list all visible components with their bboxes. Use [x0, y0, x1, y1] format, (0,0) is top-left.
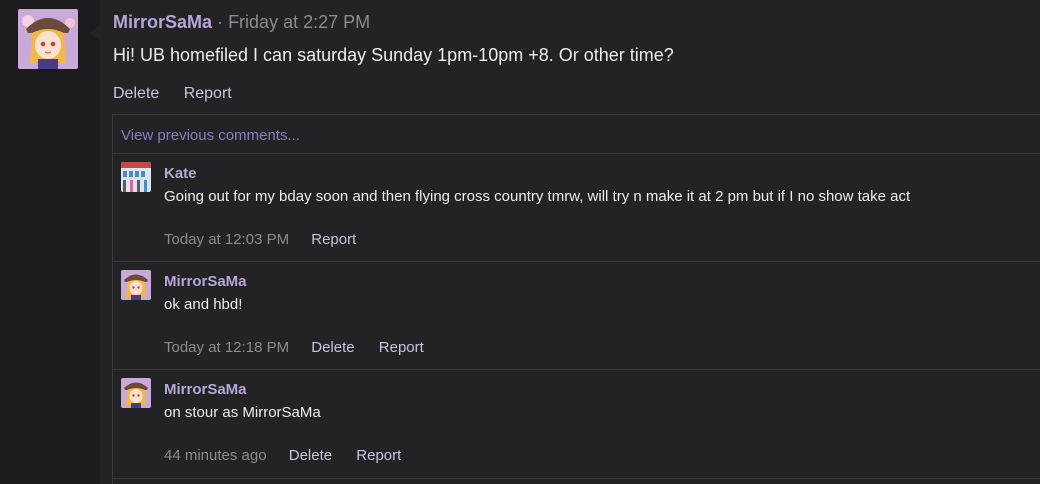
comment-text: on stour as MirrorSaMa [164, 404, 321, 421]
avatar[interactable] [121, 162, 151, 192]
left-gutter [0, 0, 100, 484]
post-actions: Delete Report [113, 85, 252, 103]
comment-meta: 44 minutes ago Delete Report [164, 447, 421, 464]
post-body: Hi! UB homefiled I can saturday Sunday 1… [113, 45, 674, 65]
report-button[interactable]: Report [356, 447, 401, 464]
comment-author-link[interactable]: MirrorSaMa [164, 381, 247, 398]
post-separator: · [217, 12, 224, 32]
report-button[interactable]: Report [184, 85, 232, 102]
comment-author-link[interactable]: MirrorSaMa [164, 273, 247, 290]
post-timestamp[interactable]: Friday at 2:27 PM [228, 12, 370, 32]
comment-meta: Today at 12:18 PM Delete Report [164, 339, 444, 356]
avatar[interactable] [18, 9, 78, 69]
anime-avatar-icon [121, 270, 151, 300]
avatar[interactable] [121, 378, 151, 408]
pixel-building-icon [121, 162, 151, 192]
delete-button[interactable]: Delete [113, 85, 159, 102]
comment-timestamp[interactable]: Today at 12:03 PM [164, 231, 289, 248]
comments-section: View previous comments... Kate Going out… [112, 114, 1040, 484]
post-author-link[interactable]: MirrorSaMa [113, 12, 212, 32]
post-header: MirrorSaMa · Friday at 2:27 PM [113, 12, 370, 33]
report-button[interactable]: Report [379, 339, 424, 356]
delete-button[interactable]: Delete [311, 339, 354, 356]
comment-author-link[interactable]: Kate [164, 165, 197, 182]
comment-meta: Today at 12:03 PM Report [164, 231, 376, 248]
delete-button[interactable]: Delete [289, 447, 332, 464]
speech-pointer [89, 25, 100, 41]
comment-timestamp[interactable]: 44 minutes ago [164, 447, 267, 464]
anime-avatar-icon [18, 9, 78, 69]
comment-text: Going out for my bday soon and then flyi… [164, 188, 911, 205]
comment-item: MirrorSaMa on stour as MirrorSaMa 44 min… [113, 370, 1040, 479]
comment-item: Kate Going out for my bday soon and then… [113, 154, 1040, 262]
comment-timestamp[interactable]: Today at 12:18 PM [164, 339, 289, 356]
view-previous-comments-link[interactable]: View previous comments... [121, 127, 300, 144]
comment-item: MirrorSaMa ok and hbd! Today at 12:18 PM… [113, 262, 1040, 370]
report-button[interactable]: Report [311, 231, 356, 248]
comment-text: ok and hbd! [164, 296, 243, 313]
view-previous-row: View previous comments... [113, 115, 1040, 154]
avatar[interactable] [121, 270, 151, 300]
anime-avatar-icon [121, 378, 151, 408]
